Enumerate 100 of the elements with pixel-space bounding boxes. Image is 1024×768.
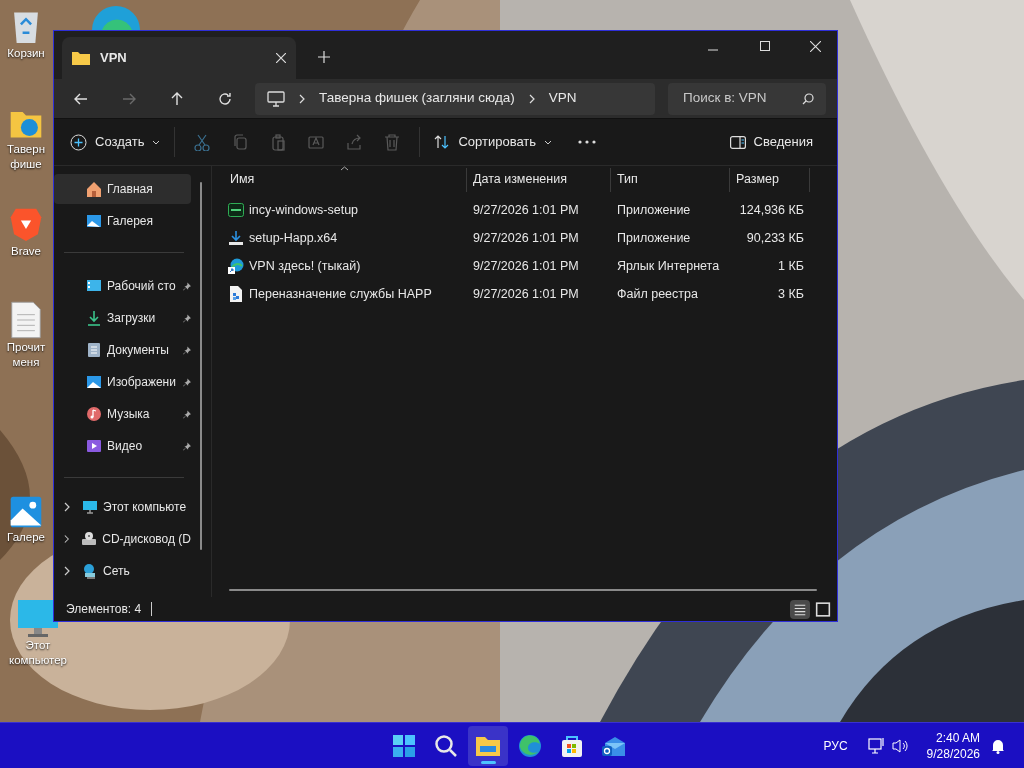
maximize-icon[interactable] [760, 41, 770, 51]
file-size: 1 КБ [778, 257, 804, 275]
address-bar[interactable]: Таверна фишек (загляни сюда) VPN [255, 82, 655, 115]
sidebar-item[interactable]: Загрузки [54, 303, 191, 333]
time: 2:40 AM [935, 730, 980, 746]
pictures-icon [86, 374, 102, 390]
up-icon[interactable] [169, 90, 185, 107]
chevron-icon [299, 93, 305, 104]
pin-icon[interactable] [183, 280, 191, 292]
network-icon [82, 563, 98, 579]
close-icon[interactable] [810, 41, 821, 52]
sidebar-item[interactable]: Галерея [54, 206, 191, 236]
column-header[interactable]: Тип [611, 167, 730, 192]
file-name: setup-Happ.x64 [249, 229, 338, 247]
file-row[interactable]: setup-Happ.x64 9/27/2026 1:01 PM Приложение 90,233 КБ [212, 224, 837, 252]
desktop-icon[interactable] [16, 598, 60, 638]
create-button[interactable]: Создать [70, 132, 175, 152]
pin-icon[interactable] [183, 344, 191, 356]
sidebar-item[interactable]: CD-дисковод (D [54, 524, 191, 554]
computer-icon [267, 90, 285, 107]
language-indicator: РУС [823, 738, 848, 755]
chevron-icon [528, 93, 535, 104]
details-view-icon[interactable] [790, 599, 810, 619]
sidebar-label: Рабочий сто [107, 278, 177, 295]
store-app-icon [559, 733, 585, 759]
file-row[interactable]: VPN здесь! (тыкай) 9/27/2026 1:01 PM Ярлык Интернета 1 КБ [212, 252, 837, 280]
desktop-icon-label: Галере [7, 530, 45, 545]
desktop-icon [86, 278, 102, 294]
network-icon[interactable] [867, 737, 886, 755]
chevron-icon[interactable] [64, 534, 70, 544]
sort-button[interactable]: Сортировать [428, 132, 559, 152]
modified-date: 9/27/2026 1:01 PM [473, 230, 579, 245]
date: 9/28/2026 [926, 746, 980, 762]
file-row[interactable]: incy-windows-setup 9/27/2026 1:01 PM Приложение 124,936 КБ [212, 196, 837, 224]
desktop-icon-label: меня [12, 355, 40, 370]
sidebar-label: Главная [107, 181, 153, 198]
modified-date: 9/27/2026 1:01 PM [473, 286, 579, 301]
sidebar-item[interactable]: Музыка [54, 399, 191, 429]
refresh-icon[interactable] [217, 90, 233, 107]
home-icon [86, 181, 102, 197]
app-file-icon [228, 202, 244, 218]
bell-icon[interactable] [990, 738, 1006, 754]
sidebar-label: Сеть [103, 563, 130, 580]
taskbar-button[interactable] [468, 726, 508, 766]
registry-file-icon [228, 286, 244, 302]
caret-icon [544, 139, 553, 145]
file-row[interactable]: Переназначение службы HAPP 9/27/2026 1:01 PM Файл реестра 3 КБ [212, 280, 837, 308]
breadcrumb-item[interactable]: VPN [548, 88, 577, 109]
clock[interactable]: 2:40 AM 9/28/2026 [926, 730, 980, 762]
sidebar-item[interactable]: Рабочий сто [54, 271, 191, 301]
breadcrumb-item[interactable]: Таверна фишек (загляни сюда) [319, 88, 515, 109]
new-tab-icon[interactable] [318, 51, 330, 63]
sidebar-item[interactable]: Видео [54, 431, 191, 461]
sidebar-item[interactable]: Главная [54, 174, 191, 204]
horizontal-scrollbar[interactable] [229, 589, 817, 591]
details-button[interactable]: Сведения [729, 132, 813, 152]
file-type: Ярлык Интернета [617, 258, 720, 273]
column-header[interactable]: Размер [730, 167, 810, 192]
item-count: Элементов: 4 [66, 601, 142, 618]
sidebar-item[interactable]: Изображени [54, 367, 191, 397]
panel-icon [729, 135, 746, 149]
tab[interactable]: VPN [62, 37, 296, 79]
desktop-icon-label: Таверн [7, 142, 45, 157]
pin-icon[interactable] [183, 440, 191, 452]
file-size: 3 КБ [778, 285, 804, 303]
column-header[interactable]: Дата изменения [467, 167, 611, 192]
file-name: Переназначение службы HAPP [249, 285, 432, 303]
chevron-icon[interactable] [64, 566, 70, 576]
column-header[interactable]: Имя [224, 167, 467, 192]
sidebar-label: Видео [107, 438, 144, 455]
search-field[interactable]: Поиск в: VPN [668, 82, 826, 115]
pin-icon[interactable] [183, 312, 191, 324]
search-input[interactable]: Поиск в: VPN [683, 88, 793, 109]
chevron-icon[interactable] [64, 502, 70, 512]
sidebar-item[interactable]: Этот компьюте [54, 492, 191, 522]
sidebar-label: Изображени [107, 374, 177, 391]
tiles-view-icon[interactable] [813, 599, 833, 619]
desktop-icon-label: Brave [10, 244, 41, 259]
pin-icon[interactable] [183, 376, 191, 388]
installer-file-icon [228, 230, 244, 246]
close-icon[interactable] [276, 53, 286, 63]
modified-date: 9/27/2026 1:01 PM [473, 202, 579, 217]
scrollbar[interactable] [200, 182, 202, 550]
downloads-icon [86, 310, 102, 326]
speaker-icon[interactable] [891, 738, 909, 754]
plus-circle-icon [70, 133, 87, 151]
desktop-icon-label: Этот [25, 638, 51, 653]
desktop-icon-label: Корзин [7, 46, 45, 61]
sidebar-item[interactable]: Документы [54, 335, 191, 365]
music-icon [86, 406, 102, 422]
folder-icon [72, 51, 90, 65]
edge-app-icon [517, 733, 543, 759]
desktop-icon[interactable] [10, 300, 42, 340]
pin-icon[interactable] [183, 408, 191, 420]
more-icon[interactable] [578, 140, 597, 144]
modified-date: 9/27/2026 1:01 PM [473, 258, 579, 273]
sidebar-label: Музыка [107, 406, 151, 423]
file-name: incy-windows-setup [249, 201, 359, 219]
sidebar-item[interactable]: Сеть [54, 556, 191, 586]
file-type: Приложение [617, 202, 691, 217]
